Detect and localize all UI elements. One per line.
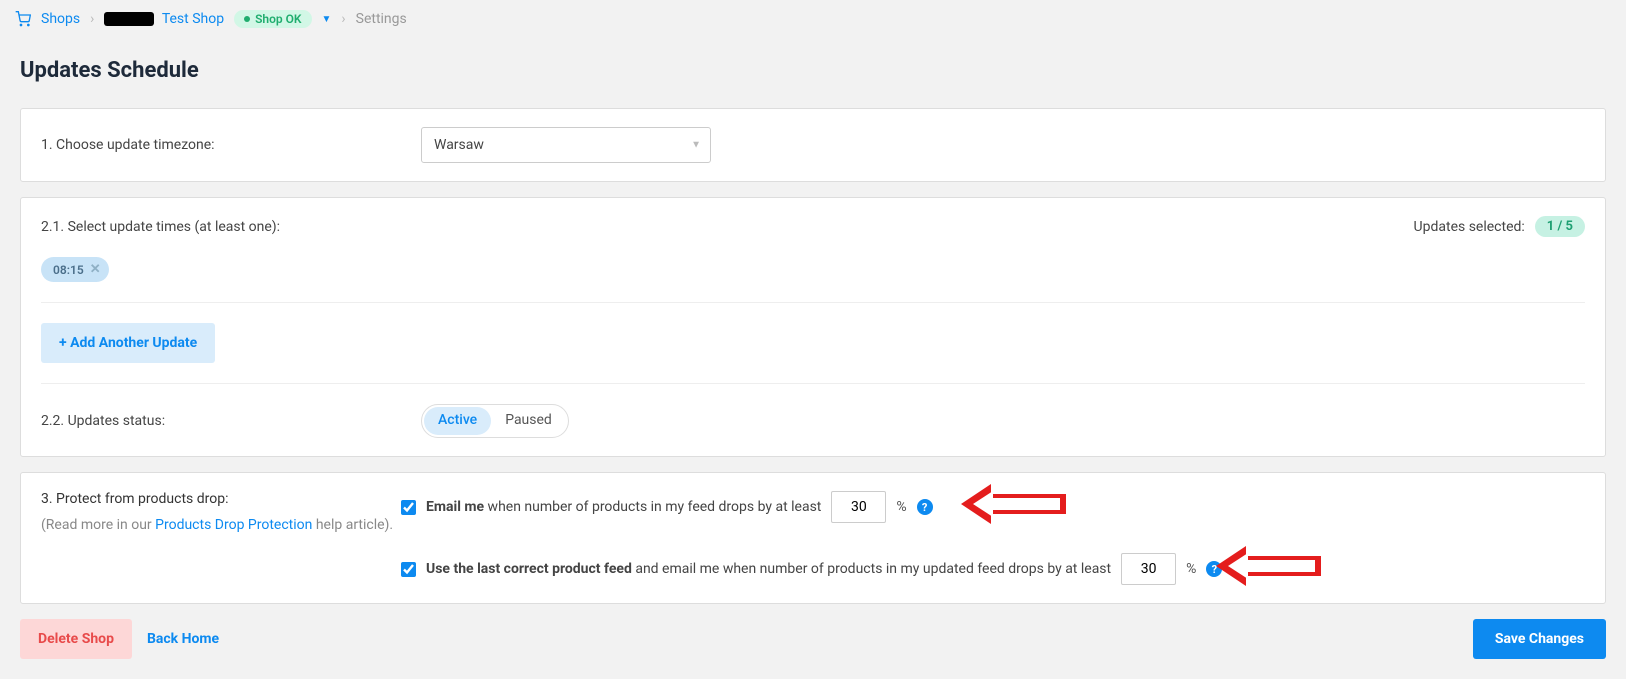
- timezone-panel: 1. Choose update timezone: Warsaw ▼: [20, 108, 1606, 182]
- use-last-percent-input[interactable]: [1121, 553, 1176, 585]
- time-chips: 08:15 ✕: [41, 257, 1585, 282]
- email-me-checkbox[interactable]: [401, 500, 416, 515]
- breadcrumb-test-shop[interactable]: Test Shop: [162, 11, 224, 27]
- status-paused[interactable]: Paused: [491, 407, 566, 435]
- percent-label: %: [1186, 561, 1196, 577]
- status-active[interactable]: Active: [424, 407, 491, 435]
- divider: [41, 383, 1585, 384]
- save-changes-button[interactable]: Save Changes: [1473, 619, 1606, 659]
- breadcrumb: Shops › Test Shop Shop OK ▼ › Settings: [0, 0, 1626, 38]
- help-icon[interactable]: ?: [1206, 561, 1222, 577]
- annotation-arrow: [1216, 541, 1326, 591]
- breadcrumb-dropdown[interactable]: ▼: [322, 14, 332, 25]
- chevron-right-icon: ›: [341, 11, 345, 27]
- timezone-label: 1. Choose update timezone:: [41, 137, 421, 153]
- use-last-rest: and email me when number of products in …: [632, 561, 1111, 577]
- updates-selected: Updates selected: 1 / 5: [1414, 216, 1585, 237]
- email-me-rest: when number of products in my feed drops…: [484, 499, 821, 515]
- updates-selected-label: Updates selected:: [1414, 219, 1525, 235]
- products-drop-link[interactable]: Products Drop Protection: [155, 517, 312, 533]
- shop-status-badge: Shop OK: [234, 10, 311, 28]
- subtext-prefix: (Read more in our: [41, 517, 155, 533]
- use-last-bold: Use the last correct product feed: [426, 561, 632, 577]
- breadcrumb-settings: Settings: [356, 11, 407, 27]
- breadcrumb-shops[interactable]: Shops: [41, 11, 80, 27]
- updates-status-label: 2.2. Updates status:: [41, 413, 421, 429]
- shop-status-text: Shop OK: [255, 12, 301, 26]
- status-toggle: Active Paused: [421, 404, 569, 438]
- update-times-label: 2.1. Select update times (at least one):: [41, 219, 421, 235]
- add-update-button[interactable]: + Add Another Update: [41, 323, 215, 363]
- protect-panel: 3. Protect from products drop: (Read mor…: [20, 472, 1606, 604]
- breadcrumb-shop-name[interactable]: Test Shop: [104, 11, 224, 27]
- footer-actions: Delete Shop Back Home Save Changes: [20, 619, 1606, 659]
- divider: [41, 302, 1585, 303]
- annotation-arrow: [961, 479, 1071, 529]
- chevron-right-icon: ›: [90, 11, 94, 27]
- use-last-feed-row: Use the last correct product feed and em…: [401, 553, 1585, 585]
- back-home-button[interactable]: Back Home: [147, 631, 219, 647]
- email-me-row: Email me when number of products in my f…: [401, 491, 1585, 523]
- status-dot-icon: [244, 16, 250, 22]
- subtext-suffix: help article).: [312, 517, 393, 533]
- email-me-bold: Email me: [426, 499, 484, 515]
- redacted-text: [104, 12, 154, 26]
- use-last-feed-text: Use the last correct product feed and em…: [426, 561, 1111, 577]
- timezone-select[interactable]: Warsaw ▼: [421, 127, 711, 163]
- update-times-panel: 2.1. Select update times (at least one):…: [20, 197, 1606, 457]
- percent-label: %: [896, 499, 906, 515]
- close-icon[interactable]: ✕: [90, 262, 101, 277]
- protect-subtext: (Read more in our Products Drop Protecti…: [41, 515, 401, 536]
- time-chip-label: 08:15: [53, 263, 84, 277]
- delete-shop-button[interactable]: Delete Shop: [20, 619, 132, 659]
- updates-count-badge: 1 / 5: [1535, 216, 1585, 237]
- email-me-percent-input[interactable]: [831, 491, 886, 523]
- use-last-feed-checkbox[interactable]: [401, 562, 416, 577]
- email-me-text: Email me when number of products in my f…: [426, 499, 821, 515]
- cart-icon: [15, 11, 31, 27]
- protect-label: 3. Protect from products drop:: [41, 491, 401, 507]
- timezone-value[interactable]: Warsaw: [421, 127, 711, 163]
- time-chip[interactable]: 08:15 ✕: [41, 257, 109, 282]
- page-title: Updates Schedule: [20, 58, 1606, 83]
- help-icon[interactable]: ?: [917, 499, 933, 515]
